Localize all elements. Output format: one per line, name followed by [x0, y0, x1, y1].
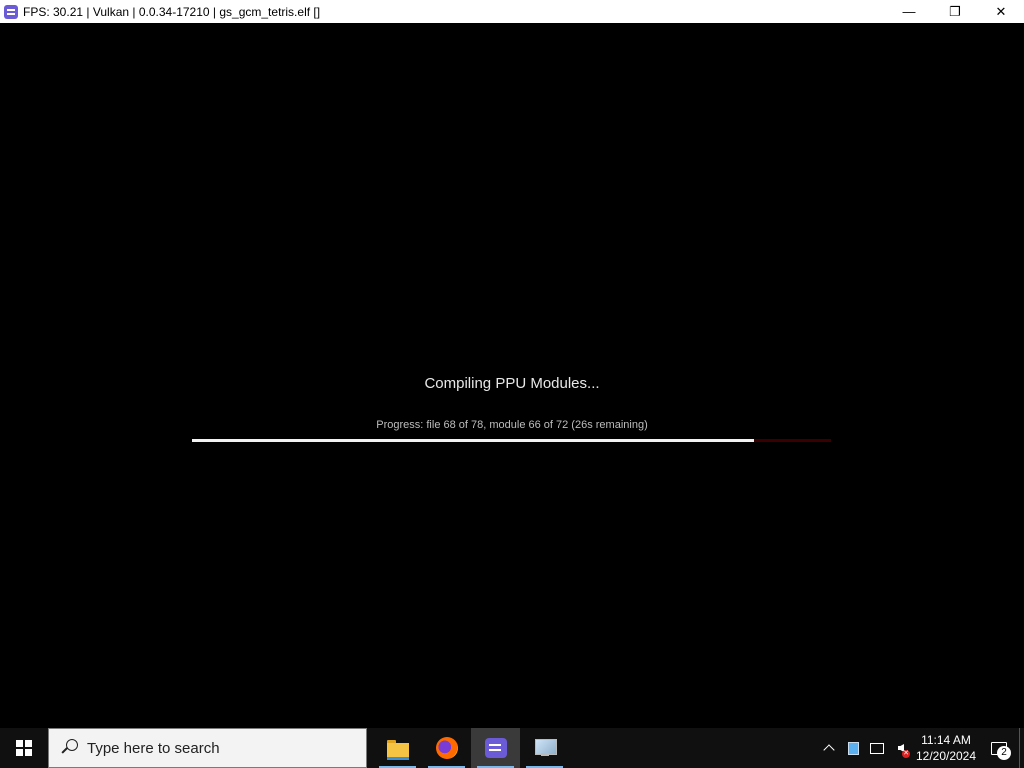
clock-time: 11:14 AM [921, 733, 971, 747]
game-viewport[interactable]: Compiling PPU Modules... Progress: file … [0, 23, 1024, 728]
network-button[interactable] [865, 728, 889, 768]
firefox-icon [435, 737, 458, 759]
tray-app-button[interactable] [841, 728, 865, 768]
folder-icon [386, 739, 409, 760]
minimize-button[interactable]: — [886, 0, 932, 23]
window-title: FPS: 30.21 | Vulkan | 0.0.34-17210 | gs_… [23, 4, 321, 19]
taskbar-app-firefox[interactable] [422, 728, 471, 768]
action-center-button[interactable]: 2 [979, 728, 1019, 768]
taskbar-app-file-explorer[interactable] [373, 728, 422, 768]
window-controls: — ❐ ✕ [886, 0, 1024, 23]
search-placeholder: Type here to search [87, 739, 220, 757]
compile-status-title: Compiling PPU Modules... [424, 375, 600, 392]
volume-button[interactable]: ✕ [889, 728, 913, 768]
window-title-bar[interactable]: FPS: 30.21 | Vulkan | 0.0.34-17210 | gs_… [0, 0, 1024, 23]
compile-progress-text: Progress: file 68 of 78, module 66 of 72… [376, 419, 648, 431]
taskbar-clock[interactable]: 11:14 AM 12/20/2024 [913, 728, 979, 768]
network-icon [870, 742, 884, 754]
taskbar-app-rpcs3[interactable] [471, 728, 520, 768]
taskbar-search-box[interactable]: Type here to search [48, 728, 367, 768]
chevron-up-icon [823, 744, 835, 756]
close-button[interactable]: ✕ [978, 0, 1024, 23]
restore-button[interactable]: ❐ [932, 0, 978, 23]
compile-progress-fill [192, 439, 755, 442]
show-desktop-button[interactable] [1019, 728, 1024, 768]
muted-icon: ✕ [902, 750, 910, 758]
search-icon [61, 739, 79, 757]
taskbar-app-display[interactable] [520, 728, 569, 768]
rpcs3-icon [484, 738, 507, 758]
windows-logo-icon [16, 740, 32, 756]
tray-app-icon [847, 741, 859, 755]
show-hidden-icons-button[interactable] [817, 728, 841, 768]
taskbar: Type here to search ✕ 11:14 AM 12/20/202… [0, 728, 1024, 768]
start-button[interactable] [0, 728, 48, 768]
notification-count-badge: 2 [997, 746, 1011, 760]
clock-date: 12/20/2024 [915, 749, 977, 763]
compile-progress-bar [192, 439, 831, 442]
system-tray: ✕ 11:14 AM 12/20/2024 2 [817, 728, 1024, 768]
rpcs3-app-icon [4, 4, 18, 19]
monitor-icon [534, 739, 557, 757]
taskbar-pinned-apps [373, 728, 569, 768]
